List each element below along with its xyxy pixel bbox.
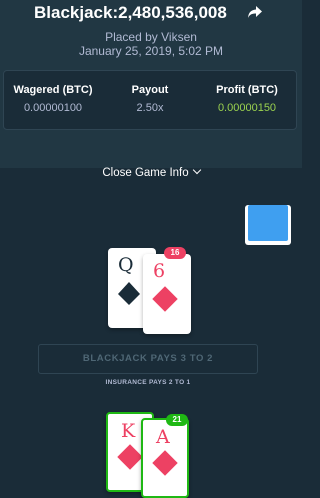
bet-date: January 25, 2019, 5:02 PM	[78, 44, 224, 58]
stats-box: Wagered (BTC) 0.00000100 Payout 2.50x Pr…	[3, 70, 297, 130]
blackjack-pays-banner: BLACKJACK PAYS 3 TO 2	[38, 344, 258, 374]
game-info-header: Blackjack:2,480,536,008 Placed by Viksen…	[0, 0, 302, 168]
card-rank: A	[156, 426, 170, 448]
card-rank: 6	[153, 260, 166, 282]
card-deck	[245, 205, 291, 245]
chevron-down-icon	[192, 165, 201, 175]
share-icon[interactable]	[246, 3, 264, 21]
payout-value: 2.50x	[136, 102, 164, 114]
insurance-text: INSURANCE PAYS 2 TO 1	[105, 379, 191, 386]
deck-card-back	[248, 205, 288, 241]
title-row: Blackjack:2,480,536,008	[0, 0, 302, 26]
diamond-icon	[152, 450, 178, 476]
profit-stat: Profit (BTC) 0.00000150	[202, 84, 292, 114]
wagered-value: 0.00000100	[23, 102, 83, 114]
close-game-info-button[interactable]: Close Game Info	[0, 165, 302, 179]
bet-title: Blackjack:2,480,536,008	[34, 3, 227, 22]
card-rank: K	[121, 420, 136, 442]
wagered-label: Wagered (BTC)	[13, 84, 93, 96]
profit-value: 0.00000150	[217, 102, 277, 114]
player-card-2: A	[141, 418, 189, 498]
payout-stat: Payout 2.50x	[107, 84, 193, 114]
profit-label: Profit (BTC)	[216, 84, 278, 96]
placed-by: Placed by Viksen	[105, 30, 197, 44]
dealer-card-2: 6	[143, 254, 191, 334]
card-rank: Q	[118, 254, 134, 276]
payout-label: Payout	[131, 84, 169, 96]
diamond-icon	[117, 444, 143, 470]
wagered-stat: Wagered (BTC) 0.00000100	[8, 84, 98, 114]
player-score-badge: 21	[166, 414, 188, 426]
diamond-icon	[152, 286, 178, 312]
close-game-info-label: Close Game Info	[102, 167, 189, 179]
spade-icon	[118, 282, 140, 305]
dealer-score-badge: 16	[164, 247, 186, 259]
